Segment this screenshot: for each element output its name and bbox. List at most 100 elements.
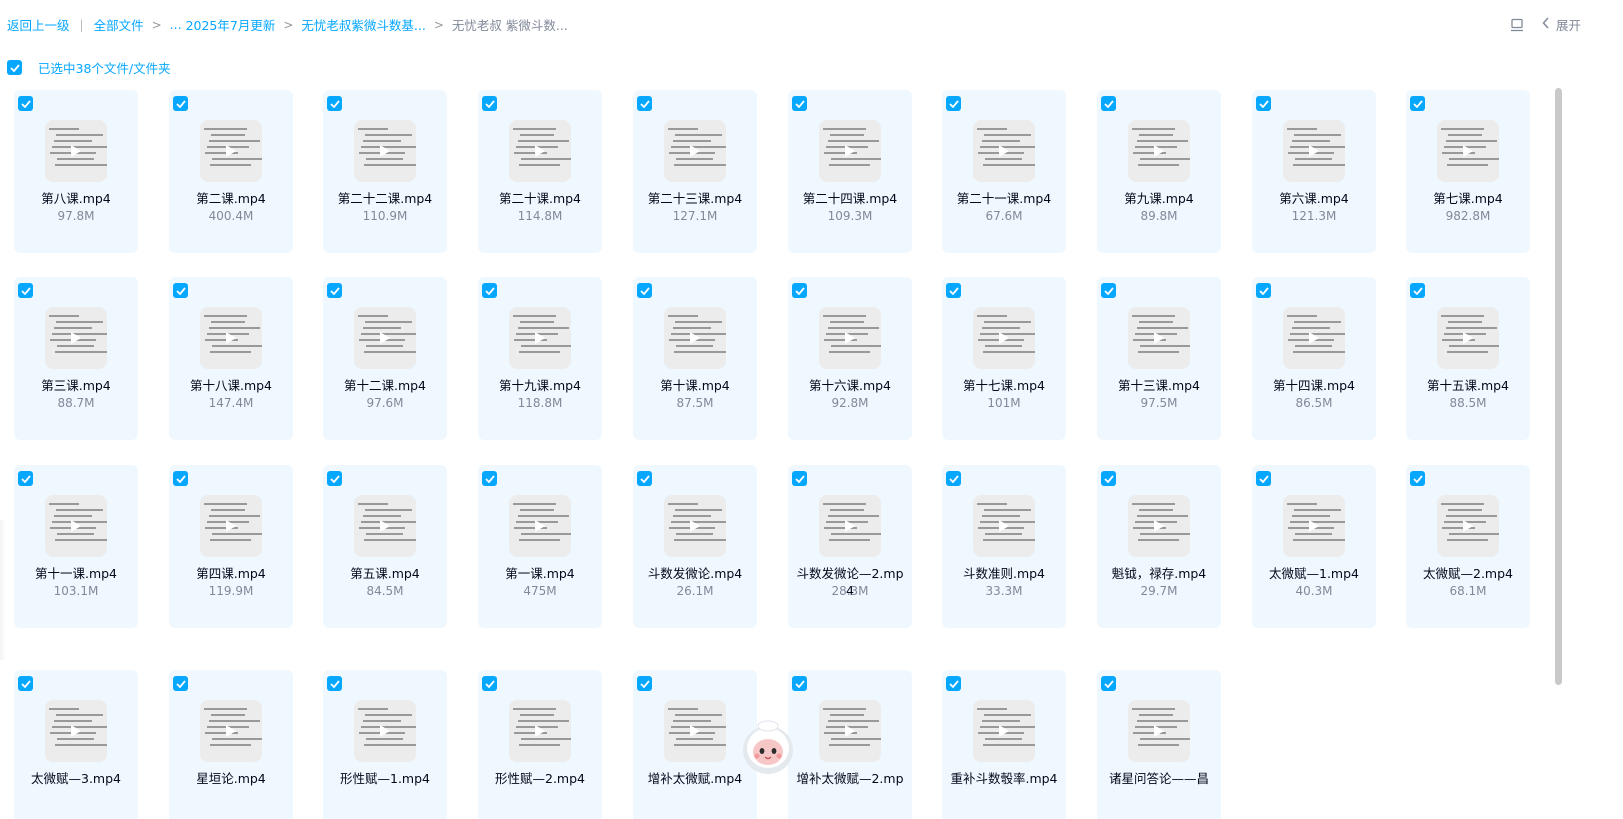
file-card[interactable]: 太微赋—3.mp4 [14, 670, 138, 819]
file-checkbox[interactable] [792, 471, 807, 486]
file-card[interactable]: 第八课.mp4 97.8M [14, 90, 138, 253]
file-checkbox[interactable] [482, 283, 497, 298]
thumbnail-text-line [519, 164, 560, 166]
file-card[interactable]: 第六课.mp4 121.3M [1252, 90, 1376, 253]
file-checkbox[interactable] [1410, 96, 1425, 111]
file-checkbox[interactable] [637, 283, 652, 298]
file-checkbox[interactable] [1101, 96, 1116, 111]
file-checkbox[interactable] [1410, 283, 1425, 298]
file-card[interactable]: 第二课.mp4 400.4M [169, 90, 293, 253]
file-card[interactable]: 斗数发微论—2.mp4 28.3M [788, 465, 912, 628]
video-thumbnail [354, 307, 416, 369]
chevron-left-icon[interactable] [1542, 17, 1550, 32]
file-card[interactable]: 第五课.mp4 84.5M [323, 465, 447, 628]
file-card[interactable]: 第十八课.mp4 147.4M [169, 277, 293, 440]
file-card[interactable]: 第十七课.mp4 101M [942, 277, 1066, 440]
file-checkbox[interactable] [637, 96, 652, 111]
file-checkbox[interactable] [18, 676, 33, 691]
file-card[interactable]: 斗数发微论.mp4 26.1M [633, 465, 757, 628]
file-card[interactable]: 第二十课.mp4 114.8M [478, 90, 602, 253]
file-checkbox[interactable] [18, 96, 33, 111]
file-checkbox[interactable] [792, 96, 807, 111]
file-checkbox[interactable] [1410, 471, 1425, 486]
breadcrumb-item-2025-july[interactable]: 2025年7月更新 [186, 15, 276, 34]
thumbnail-text-line [673, 327, 711, 329]
file-card[interactable]: 魁钺，禄存.mp4 29.7M [1097, 465, 1221, 628]
file-size: 87.5M [676, 396, 714, 410]
assistant-mascot-icon[interactable] [740, 718, 796, 778]
breadcrumb-item-series[interactable]: 无忧老叔紫微斗数基... [301, 15, 425, 34]
file-card[interactable]: 增补太微赋—2.mp [788, 670, 912, 819]
file-checkbox[interactable] [946, 283, 961, 298]
file-name: 魁钺，禄存.mp4 [1111, 566, 1207, 581]
file-card[interactable]: 第二十四课.mp4 109.3M [788, 90, 912, 253]
expand-button[interactable]: 展开 [1556, 15, 1581, 34]
thumbnail-text-line [518, 515, 569, 517]
file-checkbox[interactable] [173, 283, 188, 298]
thumbnail-text-line [55, 164, 107, 166]
select-all-checkbox[interactable] [7, 60, 22, 75]
file-card[interactable]: 星垣论.mp4 [169, 670, 293, 819]
file-checkbox[interactable] [792, 283, 807, 298]
file-card[interactable]: 太微赋—1.mp4 40.3M [1252, 465, 1376, 628]
file-checkbox[interactable] [1101, 283, 1116, 298]
file-checkbox[interactable] [482, 96, 497, 111]
file-card[interactable]: 第四课.mp4 119.9M [169, 465, 293, 628]
file-card[interactable]: 斗数准则.mp4 33.3M [942, 465, 1066, 628]
file-card[interactable]: 第一课.mp4 475M [478, 465, 602, 628]
file-checkbox[interactable] [946, 96, 961, 111]
breadcrumb-ellipsis[interactable]: ... [170, 17, 182, 32]
file-checkbox[interactable] [1101, 471, 1116, 486]
file-card[interactable]: 重补斗数彀率.mp4 [942, 670, 1066, 819]
chevron-right-icon: > [151, 17, 162, 32]
top-bar: 返回上一级 | 全部文件 > ... 2025年7月更新 > 无忧老叔紫微斗数基… [0, 0, 1623, 50]
file-card[interactable]: 第十六课.mp4 92.8M [788, 277, 912, 440]
file-checkbox[interactable] [1256, 283, 1271, 298]
file-checkbox[interactable] [482, 471, 497, 486]
file-checkbox[interactable] [327, 96, 342, 111]
back-link[interactable]: 返回上一级 [7, 15, 70, 34]
video-thumbnail [45, 495, 107, 557]
file-checkbox[interactable] [173, 96, 188, 111]
file-checkbox[interactable] [1256, 96, 1271, 111]
file-card[interactable]: 第十课.mp4 87.5M [633, 277, 757, 440]
file-card[interactable]: 第十五课.mp4 88.5M [1406, 277, 1530, 440]
thumbnail-text-line [1292, 140, 1330, 142]
file-checkbox[interactable] [173, 676, 188, 691]
file-card[interactable]: 形性赋—2.mp4 [478, 670, 602, 819]
file-checkbox[interactable] [946, 471, 961, 486]
file-checkbox[interactable] [173, 471, 188, 486]
file-checkbox[interactable] [482, 676, 497, 691]
file-checkbox[interactable] [637, 471, 652, 486]
file-checkbox[interactable] [946, 676, 961, 691]
file-checkbox[interactable] [18, 471, 33, 486]
file-checkbox[interactable] [1256, 471, 1271, 486]
file-checkbox[interactable] [18, 283, 33, 298]
file-card[interactable]: 第九课.mp4 89.8M [1097, 90, 1221, 253]
file-card[interactable]: 第二十三课.mp4 127.1M [633, 90, 757, 253]
file-checkbox[interactable] [1101, 676, 1116, 691]
file-card[interactable]: 第十四课.mp4 86.5M [1252, 277, 1376, 440]
file-card[interactable]: 第十九课.mp4 118.8M [478, 277, 602, 440]
file-checkbox[interactable] [327, 471, 342, 486]
file-card[interactable]: 增补太微赋.mp4 [633, 670, 757, 819]
file-checkbox[interactable] [327, 283, 342, 298]
file-checkbox[interactable] [637, 676, 652, 691]
file-card[interactable]: 第二十一课.mp4 67.6M [942, 90, 1066, 253]
breadcrumb-all-files[interactable]: 全部文件 [94, 15, 144, 34]
file-card[interactable]: 诸星问答论——昌 [1097, 670, 1221, 819]
list-view-icon[interactable] [1508, 16, 1526, 34]
file-checkbox[interactable] [327, 676, 342, 691]
file-checkbox[interactable] [792, 676, 807, 691]
thumbnail-text-line [674, 351, 726, 353]
file-card[interactable]: 第十三课.mp4 97.5M [1097, 277, 1221, 440]
file-card[interactable]: 第三课.mp4 88.7M [14, 277, 138, 440]
file-card[interactable]: 形性赋—1.mp4 [323, 670, 447, 819]
scrollbar[interactable] [1555, 88, 1562, 685]
video-thumbnail [819, 495, 881, 557]
file-card[interactable]: 第十二课.mp4 97.6M [323, 277, 447, 440]
file-card[interactable]: 第十一课.mp4 103.1M [14, 465, 138, 628]
file-card[interactable]: 第七课.mp4 982.8M [1406, 90, 1530, 253]
file-card[interactable]: 第二十二课.mp4 110.9M [323, 90, 447, 253]
file-card[interactable]: 太微赋—2.mp4 68.1M [1406, 465, 1530, 628]
